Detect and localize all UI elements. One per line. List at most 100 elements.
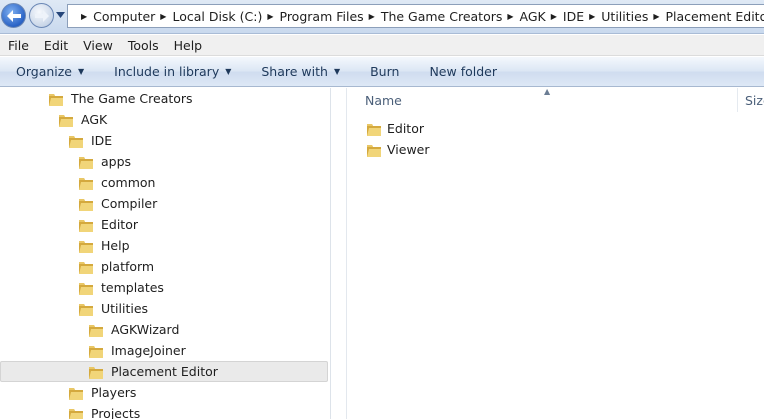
folder-icon: [79, 219, 93, 232]
chevron-right-icon[interactable]: ▶: [589, 12, 595, 21]
breadcrumb-item[interactable]: ▶ AGK: [502, 9, 545, 24]
organize-button[interactable]: Organize ▼: [16, 64, 84, 79]
file-row[interactable]: Viewer: [366, 139, 430, 160]
folder-icon: [367, 144, 381, 157]
breadcrumb-item[interactable]: ▶ Program Files: [262, 9, 363, 24]
tree-item-label: AGKWizard: [111, 322, 180, 337]
address-bar: ▶ Computer ▶ Local Disk (C:) ▶ Program Files ▶…: [0, 0, 764, 34]
folder-icon: [79, 240, 93, 253]
folder-icon: [79, 282, 93, 295]
tree-item[interactable]: Help: [0, 235, 330, 256]
folder-icon: [79, 198, 93, 211]
include-in-library-label: Include in library: [114, 64, 220, 79]
menu-file[interactable]: File: [0, 38, 36, 53]
tree-item[interactable]: The Game Creators: [0, 88, 330, 109]
folder-icon: [367, 123, 381, 136]
folder-icon: [79, 261, 93, 274]
folder-icon: [69, 135, 83, 148]
menu-tools[interactable]: Tools: [120, 38, 166, 53]
file-row[interactable]: Editor: [366, 118, 424, 139]
tree-item[interactable]: Projects: [0, 403, 330, 419]
tree-item[interactable]: apps: [0, 151, 330, 172]
include-in-library-button[interactable]: Include in library ▼: [114, 64, 231, 79]
tree-item-label: Players: [91, 385, 137, 400]
chevron-right-icon[interactable]: ▶: [81, 12, 87, 21]
tree-item-label: The Game Creators: [71, 91, 193, 106]
menu-view[interactable]: View: [75, 38, 120, 53]
tree-item-label: templates: [101, 280, 164, 295]
share-with-button[interactable]: Share with ▼: [261, 64, 340, 79]
breadcrumb-item[interactable]: ▶ The Game Creators: [364, 9, 503, 24]
tree-item[interactable]: IDE: [0, 130, 330, 151]
column-size[interactable]: Size: [745, 93, 764, 108]
pane-splitter[interactable]: [331, 88, 347, 419]
tree-item[interactable]: Placement Editor: [0, 361, 330, 382]
tree-item[interactable]: common: [0, 172, 330, 193]
breadcrumb-label: AGK: [519, 8, 546, 24]
tree-item[interactable]: Utilities: [0, 298, 330, 319]
breadcrumb-label: The Game Creators: [380, 8, 503, 24]
chevron-right-icon[interactable]: ▶: [160, 12, 166, 21]
folder-icon: [49, 93, 63, 106]
chevron-right-icon[interactable]: ▶: [369, 12, 375, 21]
navigation-pane[interactable]: The Game Creators AGK IDE apps common Compile…: [0, 88, 331, 419]
tree-item[interactable]: platform: [0, 256, 330, 277]
chevron-right-icon[interactable]: ▶: [551, 12, 557, 21]
share-with-label: Share with: [261, 64, 328, 79]
menu-help[interactable]: Help: [166, 38, 210, 53]
chevron-right-icon[interactable]: ▶: [653, 12, 659, 21]
arrow-right-icon: [34, 9, 49, 22]
menu-bar: File Edit View Tools Help: [0, 35, 764, 56]
menu-edit[interactable]: Edit: [36, 38, 75, 53]
tree-item-label: platform: [101, 259, 155, 274]
forward-button[interactable]: [29, 3, 54, 28]
column-name[interactable]: Name: [365, 93, 402, 108]
folder-icon: [79, 156, 93, 169]
organize-label: Organize: [16, 64, 72, 79]
file-list[interactable]: Name ▲ Size Editor Viewer: [347, 87, 764, 419]
new-folder-label: New folder: [429, 64, 497, 79]
tree-item[interactable]: AGK: [0, 109, 330, 130]
folder-icon: [59, 114, 73, 127]
chevron-right-icon[interactable]: ▶: [267, 12, 273, 21]
tree-item[interactable]: Compiler: [0, 193, 330, 214]
column-header: Name ▲ Size: [347, 87, 764, 112]
column-divider[interactable]: [737, 88, 738, 112]
breadcrumb-label: Utilities: [601, 8, 649, 24]
breadcrumb-label: IDE: [562, 8, 585, 24]
tree-item-label: Help: [101, 238, 130, 253]
tree-item[interactable]: ImageJoiner: [0, 340, 330, 361]
recent-pages-dropdown-icon[interactable]: [56, 12, 65, 18]
breadcrumb-item[interactable]: ▶ Placement Editor: [648, 9, 764, 24]
tree-item[interactable]: Players: [0, 382, 330, 403]
file-name: Viewer: [387, 142, 430, 157]
breadcrumb-item[interactable]: ▶ IDE: [546, 9, 584, 24]
chevron-down-icon: ▼: [225, 67, 232, 76]
file-name: Editor: [387, 121, 424, 136]
new-folder-button[interactable]: New folder: [429, 64, 497, 79]
tree-item[interactable]: AGKWizard: [0, 319, 330, 340]
breadcrumb-item[interactable]: ▶ Utilities: [584, 9, 648, 24]
folder-icon: [89, 366, 103, 379]
command-bar: Organize ▼ Include in library ▼ Share wi…: [0, 57, 764, 87]
breadcrumb-label: Computer: [93, 8, 156, 24]
breadcrumb[interactable]: ▶ Computer ▶ Local Disk (C:) ▶ Program Files ▶…: [67, 4, 764, 28]
tree-item-label: IDE: [91, 133, 113, 148]
chevron-right-icon[interactable]: ▶: [507, 12, 513, 21]
breadcrumb-label: Local Disk (C:): [172, 8, 263, 24]
burn-button[interactable]: Burn: [370, 64, 399, 79]
tree-item-label: Projects: [91, 406, 141, 419]
breadcrumb-item[interactable]: ▶ Local Disk (C:): [155, 9, 262, 24]
back-button[interactable]: [1, 3, 26, 28]
tree-item-label: ImageJoiner: [111, 343, 186, 358]
breadcrumb-label: Program Files: [279, 8, 364, 24]
breadcrumb-item[interactable]: ▶ Computer: [76, 9, 155, 24]
tree-item[interactable]: templates: [0, 277, 330, 298]
tree-item[interactable]: Editor: [0, 214, 330, 235]
folder-icon: [79, 177, 93, 190]
chevron-down-icon: ▼: [78, 67, 85, 76]
tree-item-label: Utilities: [101, 301, 149, 316]
tree-item-label: Compiler: [101, 196, 158, 211]
folder-icon: [79, 303, 93, 316]
burn-label: Burn: [370, 64, 400, 79]
